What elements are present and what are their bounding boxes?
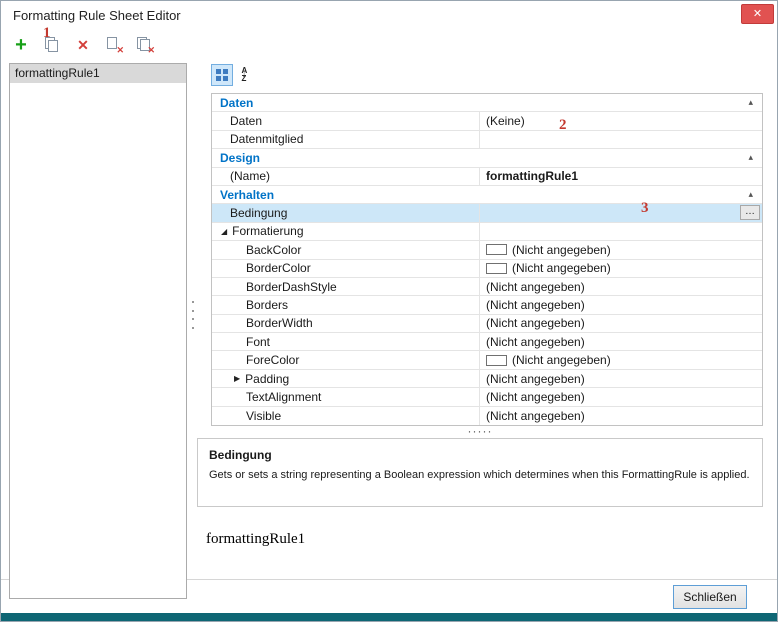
property-row-backcolor[interactable]: BackColor (Nicht angegeben) <box>212 241 762 259</box>
property-value: formattingRule1 <box>486 169 578 183</box>
property-name: BorderWidth <box>246 316 313 330</box>
category-row-daten[interactable]: Daten ▴ <box>212 94 762 112</box>
property-value: (Nicht angegeben) <box>486 298 585 312</box>
color-swatch <box>486 244 507 255</box>
delete-all-sheets-button[interactable]: ✕ <box>135 35 155 55</box>
categorized-icon <box>216 69 228 81</box>
property-value: (Nicht angegeben) <box>486 335 585 349</box>
annotation-3: 3 <box>641 200 649 217</box>
property-row-borderdashstyle[interactable]: BorderDashStyle (Nicht angegeben) <box>212 278 762 296</box>
property-name: Font <box>246 335 270 349</box>
property-name: Datenmitglied <box>230 132 303 146</box>
window-close-button[interactable]: ✕ <box>741 4 774 24</box>
property-name: Visible <box>246 409 281 423</box>
description-panel: Bedingung Gets or sets a string represen… <box>197 438 763 507</box>
expanded-triangle-icon[interactable]: ◢ <box>221 227 227 236</box>
category-row-design[interactable]: Design ▴ <box>212 149 762 167</box>
add-rule-button[interactable]: + <box>11 35 31 55</box>
ellipsis-button[interactable]: … <box>740 205 760 220</box>
horizontal-splitter[interactable]: ····· <box>197 425 763 437</box>
annotation-1: 1 <box>43 25 51 42</box>
property-name: BorderDashStyle <box>246 280 337 294</box>
property-name: Padding <box>245 372 289 386</box>
property-value: (Nicht angegeben) <box>486 372 585 386</box>
property-name: (Name) <box>230 169 270 183</box>
property-name: Borders <box>246 298 288 312</box>
color-swatch <box>486 355 507 366</box>
list-item-formattingrule1[interactable]: formattingRule1 <box>10 64 186 83</box>
chevron-up-icon[interactable]: ▴ <box>748 152 753 163</box>
property-name: Bedingung <box>230 206 287 220</box>
property-row-forecolor[interactable]: ForeColor (Nicht angegeben) <box>212 351 762 369</box>
property-row-bordercolor[interactable]: BorderColor (Nicht angegeben) <box>212 260 762 278</box>
az-sort-icon: AZ↓ <box>242 67 257 83</box>
property-grid: Daten ▴ Daten (Keine) Datenmitglied Desi… <box>211 93 763 426</box>
property-value: (Nicht angegeben) <box>486 409 585 423</box>
rules-list: formattingRule1 <box>9 63 187 599</box>
property-row-borders[interactable]: Borders (Nicht angegeben) <box>212 296 762 314</box>
property-name: TextAlignment <box>246 390 321 404</box>
property-row-daten[interactable]: Daten (Keine) <box>212 112 762 130</box>
color-swatch <box>486 263 507 274</box>
property-row-bedingung[interactable]: Bedingung … <box>212 204 762 222</box>
property-row-name[interactable]: (Name) formattingRule1 <box>212 168 762 186</box>
rule-preview-text: formattingRule1 <box>206 531 305 548</box>
titlebar: Formatting Rule Sheet Editor ✕ <box>1 1 777 31</box>
property-value: (Nicht angegeben) <box>512 353 611 367</box>
property-value: (Keine) <box>486 114 525 128</box>
rule-toolbar: + ✕ ✕ ✕ <box>11 34 155 56</box>
property-name: Daten <box>230 114 262 128</box>
schliessen-button[interactable]: Schließen <box>673 585 747 609</box>
delete-rule-button[interactable]: ✕ <box>73 35 93 55</box>
delete-icon: ✕ <box>77 38 89 52</box>
chevron-up-icon[interactable]: ▴ <box>748 97 753 108</box>
property-row-visible[interactable]: Visible (Nicht angegeben) <box>212 407 762 425</box>
formatting-rule-sheet-editor-dialog: Formatting Rule Sheet Editor ✕ + ✕ ✕ ✕ f… <box>0 0 778 622</box>
alphabetical-sort-button[interactable]: AZ↓ <box>238 64 260 86</box>
category-label: Verhalten <box>220 188 274 202</box>
delete-sheet-button[interactable]: ✕ <box>104 35 124 55</box>
property-value: (Nicht angegeben) <box>486 280 585 294</box>
description-title: Bedingung <box>209 448 751 462</box>
close-icon: ✕ <box>753 8 762 20</box>
vertical-splitter[interactable] <box>191 301 195 329</box>
categorized-view-button[interactable] <box>211 64 233 86</box>
window-title: Formatting Rule Sheet Editor <box>13 1 181 31</box>
property-row-datenmitglied[interactable]: Datenmitglied <box>212 131 762 149</box>
category-label: Daten <box>220 96 253 110</box>
rule-item-label: formattingRule1 <box>15 66 100 80</box>
property-value: (Nicht angegeben) <box>486 316 585 330</box>
group-row-formatierung[interactable]: ◢ Formatierung <box>212 223 762 241</box>
property-row-textalignment[interactable]: TextAlignment (Nicht angegeben) <box>212 388 762 406</box>
property-name: Formatierung <box>232 224 303 238</box>
plus-icon: + <box>15 37 27 53</box>
bottom-accent-strip <box>1 613 777 621</box>
category-label: Design <box>220 151 260 165</box>
property-value: (Nicht angegeben) <box>512 261 611 275</box>
property-value: (Nicht angegeben) <box>512 243 611 257</box>
property-row-borderwidth[interactable]: BorderWidth (Nicht angegeben) <box>212 315 762 333</box>
property-row-font[interactable]: Font (Nicht angegeben) <box>212 333 762 351</box>
property-name: BorderColor <box>246 261 311 275</box>
property-row-padding[interactable]: ▶ Padding (Nicht angegeben) <box>212 370 762 388</box>
property-value: (Nicht angegeben) <box>486 390 585 404</box>
collapsed-triangle-icon[interactable]: ▶ <box>234 374 240 383</box>
property-name: BackColor <box>246 243 301 257</box>
annotation-2: 2 <box>559 117 567 134</box>
property-name: ForeColor <box>246 353 299 367</box>
description-text: Gets or sets a string representing a Boo… <box>209 468 751 483</box>
chevron-up-icon[interactable]: ▴ <box>748 189 753 200</box>
category-row-verhalten[interactable]: Verhalten ▴ <box>212 186 762 204</box>
property-grid-toolbar: AZ↓ <box>211 64 260 86</box>
